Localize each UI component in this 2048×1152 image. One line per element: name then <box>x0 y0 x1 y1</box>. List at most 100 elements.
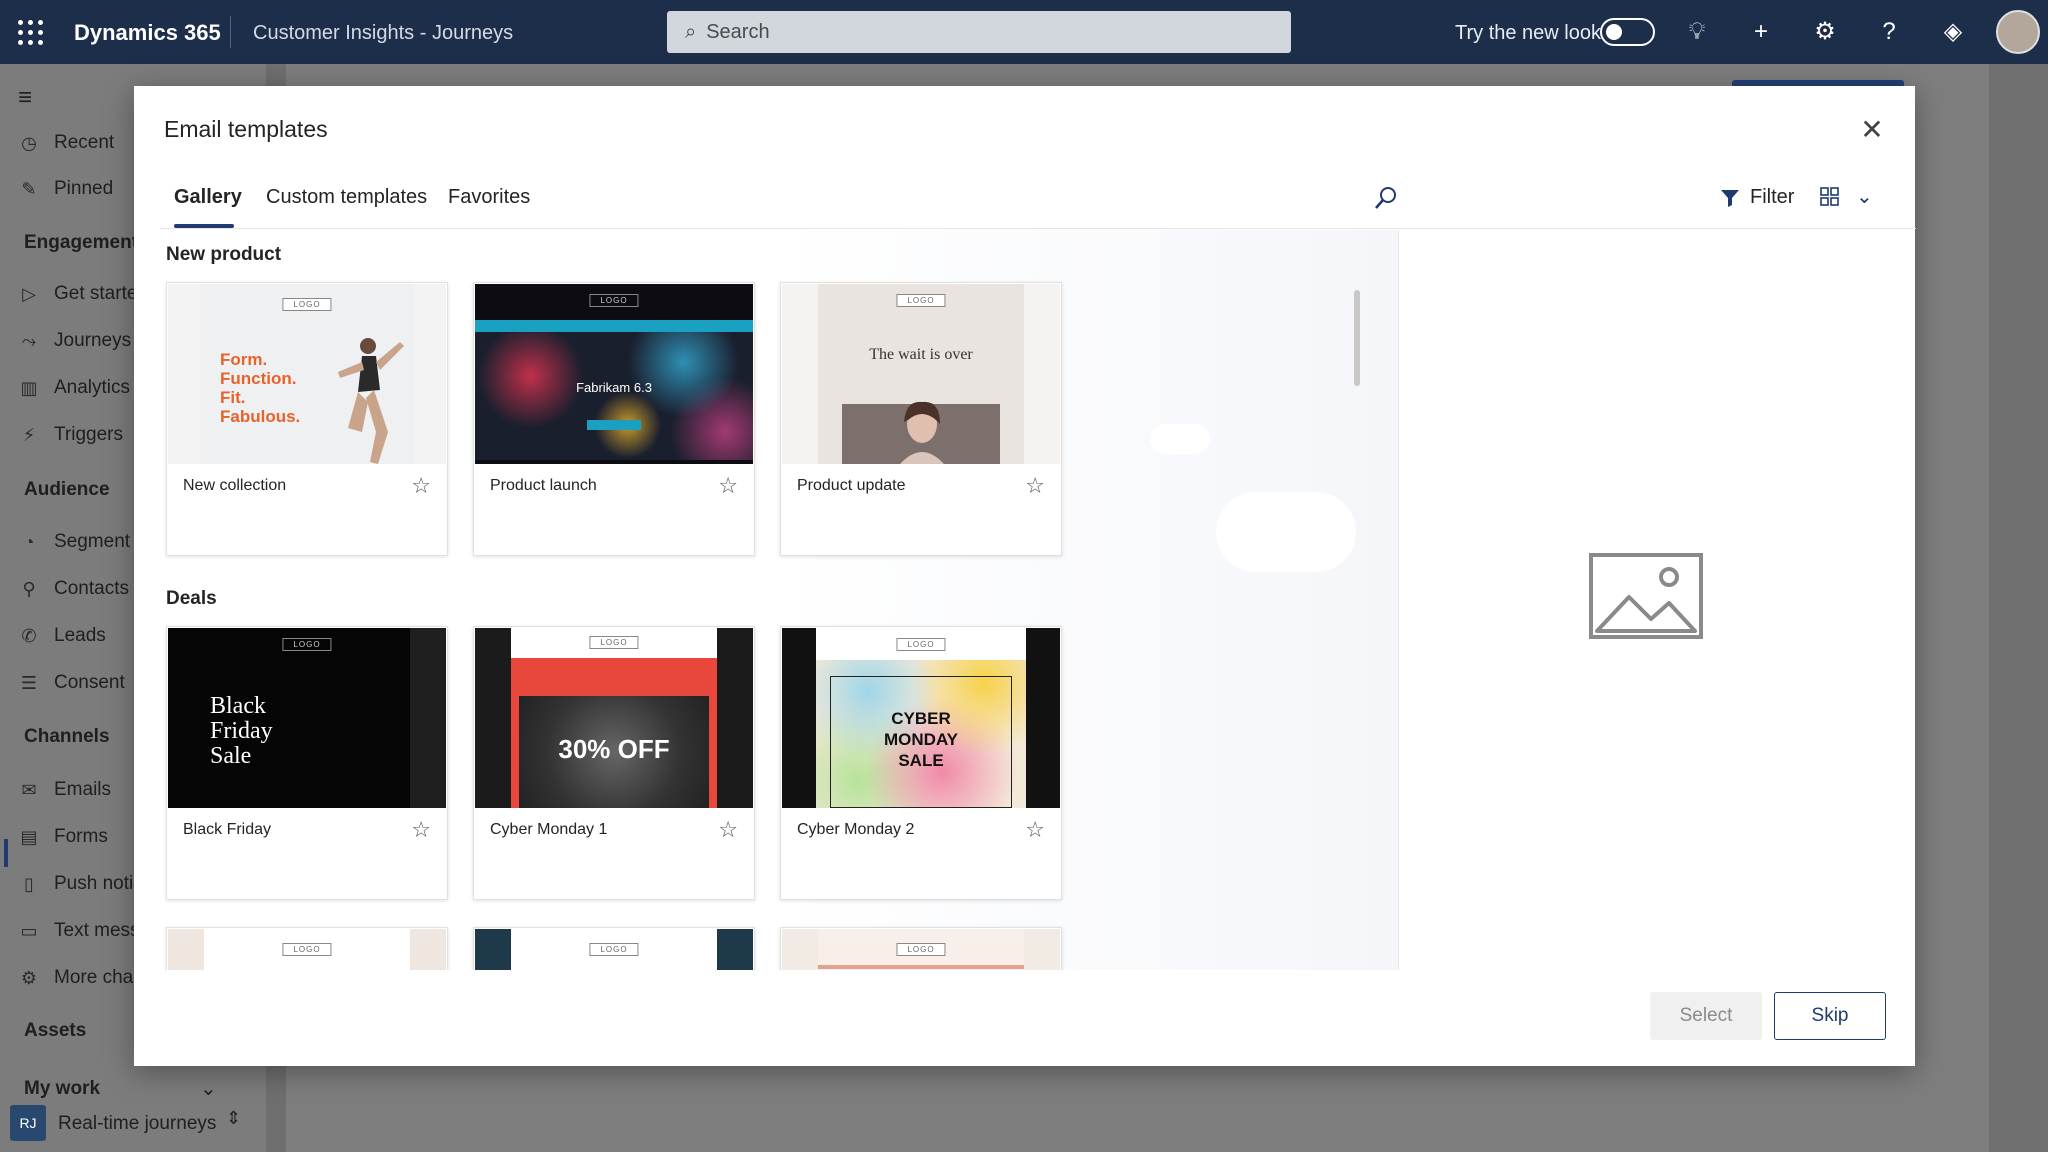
logo-placeholder: LOGO <box>282 638 332 651</box>
selected-indicator <box>4 839 8 867</box>
template-card-product-update[interactable]: LOGO The wait is over Product update ☆ <box>780 282 1062 556</box>
template-thumbnail: LOGO <box>168 929 446 970</box>
nav-item-emails[interactable]: ✉ Emails <box>18 779 111 801</box>
mail-icon: ✉ <box>21 779 37 800</box>
nav-item-more-channels[interactable]: ⚙ More cha <box>18 967 133 989</box>
favorite-star-icon[interactable]: ☆ <box>718 817 738 843</box>
gear-icon[interactable]: ⚙ <box>1809 16 1841 48</box>
select-button[interactable]: Select <box>1650 992 1762 1040</box>
logo-placeholder: LOGO <box>589 943 639 956</box>
search-input[interactable]: ⌕ Search <box>667 11 1291 53</box>
thumbnail-text: CYBER MONDAY SALE <box>884 709 958 770</box>
gear-icon: ⚙ <box>20 967 38 988</box>
divider <box>1398 230 1399 970</box>
logo-placeholder: LOGO <box>896 638 946 651</box>
template-name: New collection <box>183 477 287 494</box>
tab-custom-templates[interactable]: Custom templates <box>266 186 427 209</box>
thumbnail-text: Black Friday Sale <box>210 693 273 769</box>
gallery-scrollbar[interactable] <box>1354 290 1360 386</box>
device-icon: ▯ <box>24 873 34 894</box>
template-thumbnail: LOGO The wait is over <box>782 284 1060 464</box>
nav-item-segments[interactable]: ◔ Segment <box>18 531 130 553</box>
template-card[interactable]: LOGO <box>780 927 1062 970</box>
nav-item-recent[interactable]: ◷ Recent <box>18 132 114 154</box>
favorite-star-icon[interactable]: ☆ <box>1025 817 1045 843</box>
hamburger-icon[interactable]: ≡ <box>18 84 32 112</box>
template-thumbnail: LOGO Form. Function. Fit. Fabulous. <box>168 284 446 464</box>
nav-item-contacts[interactable]: ⚲ Contacts <box>18 578 129 600</box>
template-thumbnail: LOGO <box>782 929 1060 970</box>
favorite-star-icon[interactable]: ☆ <box>718 473 738 499</box>
nav-item-leads[interactable]: ✆ Leads <box>18 625 105 647</box>
nav-group-engagement: Engagement <box>24 232 139 253</box>
nav-item-get-started[interactable]: ▷ Get starte <box>18 283 137 305</box>
cloud-decoration <box>1216 492 1356 572</box>
filter-button[interactable]: Filter <box>1720 186 1794 209</box>
template-card-product-launch[interactable]: LOGO Fabrikam 6.3 Product launch ☆ <box>473 282 755 556</box>
lightbulb-icon[interactable]: 💡︎ <box>1681 16 1713 48</box>
search-icon[interactable] <box>1372 184 1402 214</box>
nav-item-pinned[interactable]: ✎ Pinned <box>18 178 113 200</box>
email-templates-dialog: Email templates ✕ Gallery Custom templat… <box>134 86 1916 1066</box>
logo-placeholder: LOGO <box>282 298 332 311</box>
favorite-star-icon[interactable]: ☆ <box>411 473 431 499</box>
nav-group-my-work[interactable]: My work <box>24 1078 100 1100</box>
try-new-look-toggle[interactable] <box>1600 18 1655 46</box>
template-name: Cyber Monday 1 <box>490 821 608 838</box>
close-button[interactable]: ✕ <box>1854 112 1890 148</box>
template-name: Black Friday <box>183 821 272 838</box>
template-thumbnail: LOGO CYBER MONDAY SALE <box>782 628 1060 808</box>
area-switcher-icon[interactable]: ⇕ <box>226 1108 241 1129</box>
chevron-down-icon[interactable]: ⌄ <box>200 1076 217 1101</box>
image-placeholder-icon <box>1589 553 1703 639</box>
template-card-new-collection[interactable]: LOGO Form. Function. Fit. Fabulous. New … <box>166 282 448 556</box>
try-new-look-label: Try the new look <box>1455 22 1601 44</box>
chevron-down-icon: ⌄ <box>1856 186 1873 208</box>
view-switcher[interactable]: ⌄ <box>1820 184 1873 209</box>
thumbnail-text: 30% OFF <box>558 734 670 764</box>
template-thumbnail: LOGO <box>475 929 753 970</box>
form-icon: ▤ <box>20 826 38 847</box>
template-gallery: New product LOGO Form. Function. Fit. Fa… <box>164 230 1398 970</box>
area-badge: RJ <box>10 1105 46 1141</box>
nav-item-triggers[interactable]: ⚡︎ Triggers <box>18 424 123 446</box>
template-card-black-friday[interactable]: LOGO Black Friday Sale Black Friday ☆ <box>166 626 448 900</box>
thumbnail-text: The wait is over <box>869 346 973 363</box>
nav-item-consent[interactable]: ☰ Consent <box>18 672 125 694</box>
divider <box>160 228 1916 229</box>
nav-item-push-notifications[interactable]: ▯ Push noti <box>18 873 133 895</box>
clock-icon: ◷ <box>21 132 37 153</box>
template-card-cyber-monday-1[interactable]: LOGO 30% OFF Cyber Monday 1 ☆ <box>473 626 755 900</box>
top-bar: Dynamics 365 Customer Insights - Journey… <box>0 0 2048 64</box>
area-switcher-label[interactable]: Real-time journeys <box>58 1113 216 1135</box>
nav-item-forms[interactable]: ▤ Forms <box>18 826 107 848</box>
app-name[interactable]: Dynamics 365 <box>74 20 221 46</box>
logo-placeholder: LOGO <box>589 636 639 649</box>
avatar[interactable] <box>1996 10 2040 54</box>
nav-item-journeys[interactable]: ⤳ Journeys <box>18 330 131 352</box>
trigger-icon: ⚡︎ <box>22 424 36 445</box>
journey-icon: ⤳ <box>21 330 37 351</box>
tab-gallery[interactable]: Gallery <box>174 186 242 209</box>
favorite-star-icon[interactable]: ☆ <box>1025 473 1045 499</box>
search-icon: ⌕ <box>685 20 697 43</box>
plus-icon[interactable]: + <box>1745 16 1777 48</box>
nav-item-analytics[interactable]: ▥ Analytics <box>18 377 130 399</box>
template-thumbnail: LOGO 30% OFF <box>475 628 753 808</box>
nav-item-text-messages[interactable]: ▭ Text mess <box>18 920 139 942</box>
copilot-icon[interactable]: ◈ <box>1937 16 1969 48</box>
template-name: Cyber Monday 2 <box>797 821 915 838</box>
template-name: Product launch <box>490 477 597 494</box>
chat-icon: ▭ <box>20 920 38 941</box>
app-launcher-icon[interactable] <box>18 20 44 46</box>
tab-favorites[interactable]: Favorites <box>448 186 530 209</box>
favorite-star-icon[interactable]: ☆ <box>411 817 431 843</box>
logo-placeholder: LOGO <box>896 943 946 956</box>
template-card[interactable]: LOGO <box>473 927 755 970</box>
template-card-cyber-monday-2[interactable]: LOGO CYBER MONDAY SALE Cyber Monday 2 ☆ <box>780 626 1062 900</box>
template-card[interactable]: LOGO <box>166 927 448 970</box>
skip-button[interactable]: Skip <box>1774 992 1886 1040</box>
template-thumbnail: LOGO Fabrikam 6.3 <box>475 284 753 464</box>
app-area-title[interactable]: Customer Insights - Journeys <box>253 22 513 45</box>
help-icon[interactable]: ? <box>1873 16 1905 48</box>
